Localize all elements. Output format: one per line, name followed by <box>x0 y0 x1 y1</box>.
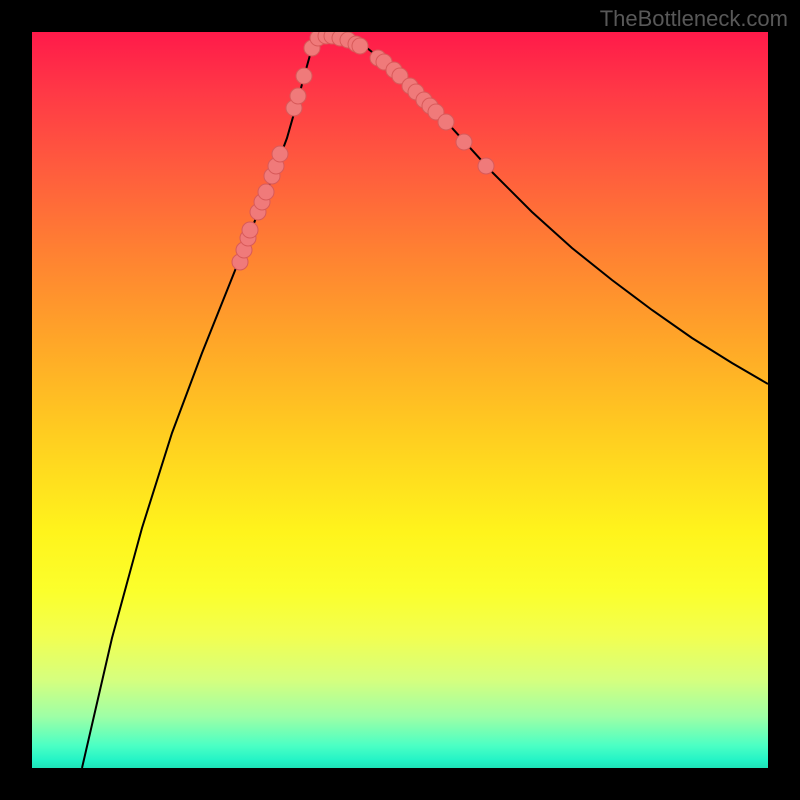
data-dot <box>456 134 472 150</box>
data-dot <box>352 38 368 54</box>
data-dot <box>438 114 454 130</box>
data-dot <box>296 68 312 84</box>
data-dot <box>478 158 494 174</box>
data-dot <box>242 222 258 238</box>
watermark-text: TheBottleneck.com <box>600 6 788 32</box>
data-dot <box>290 88 306 104</box>
chart-svg <box>32 32 768 768</box>
data-dots <box>232 32 494 270</box>
bottleneck-curve <box>82 36 768 768</box>
plot-area <box>32 32 768 768</box>
data-dot <box>258 184 274 200</box>
data-dot <box>272 146 288 162</box>
